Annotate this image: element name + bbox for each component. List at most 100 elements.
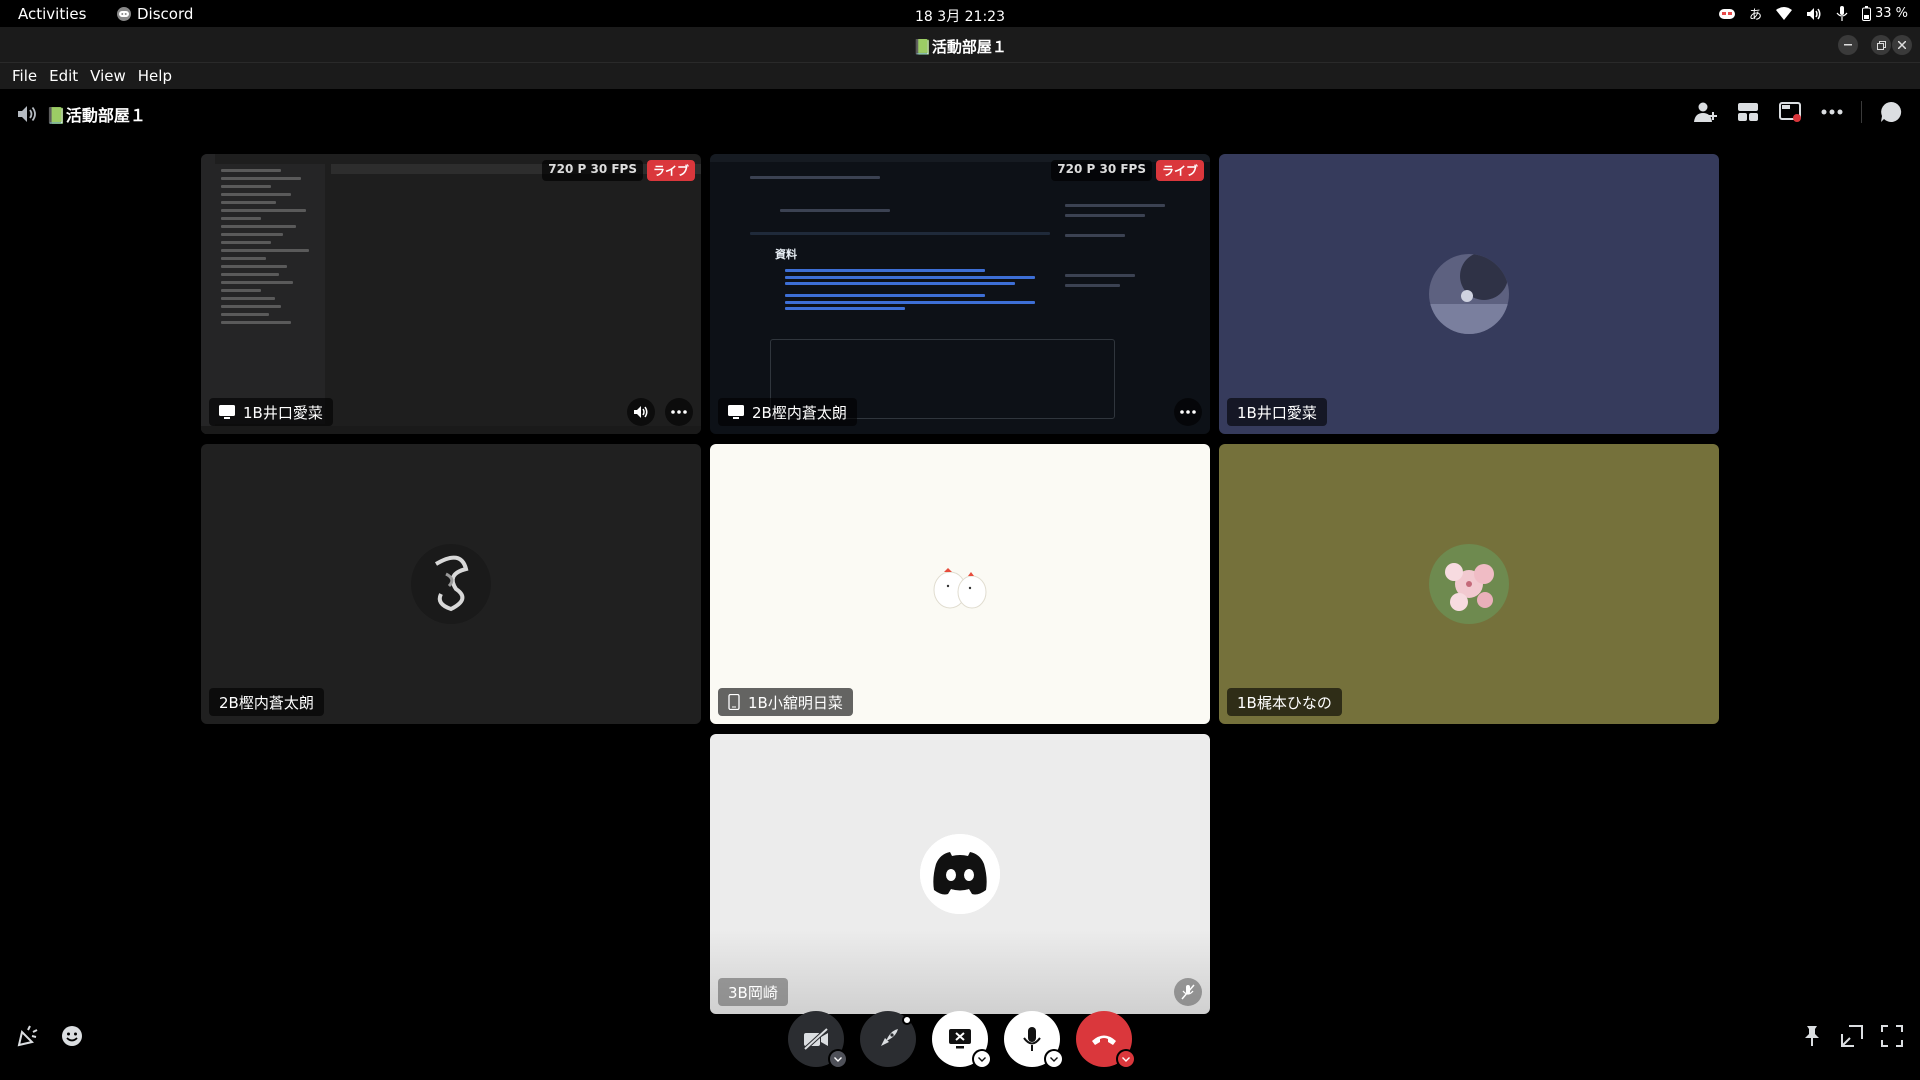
live-badge: ライブ bbox=[646, 160, 695, 181]
menu-view[interactable]: View bbox=[84, 67, 132, 85]
camera-options-button[interactable] bbox=[828, 1049, 848, 1069]
chevron-down-icon bbox=[1050, 1056, 1058, 1062]
window-title-bar: 📗活動部屋１ bbox=[0, 27, 1920, 63]
disconnect-button[interactable] bbox=[1076, 1011, 1136, 1069]
channel-name: 📗活動部屋１ bbox=[46, 106, 146, 125]
camera-button[interactable] bbox=[788, 1011, 848, 1069]
chat-icon bbox=[1881, 101, 1902, 122]
pin-icon bbox=[1805, 1026, 1819, 1046]
muted-indicator bbox=[1174, 978, 1202, 1006]
app-name: Discord bbox=[137, 5, 194, 23]
header-toolbar bbox=[1693, 99, 1904, 125]
system-top-bar: Activities Discord 18 3月 21:23 あ 33 % bbox=[0, 0, 1920, 27]
minimize-button[interactable] bbox=[1838, 35, 1858, 55]
more-icon bbox=[1821, 109, 1843, 115]
volume-icon bbox=[1806, 7, 1822, 21]
layout-button[interactable] bbox=[1735, 99, 1761, 125]
participant-label: 1B井口愛菜 bbox=[1227, 398, 1327, 426]
activities-icon bbox=[881, 1029, 898, 1046]
maximize-button[interactable] bbox=[1871, 35, 1891, 55]
participant-name: 2B樫内蒼太朗 bbox=[219, 693, 314, 712]
screen-share-preview bbox=[201, 154, 701, 434]
avatar bbox=[920, 544, 1000, 624]
menu-help[interactable]: Help bbox=[132, 67, 178, 85]
show-chat-button[interactable] bbox=[1878, 99, 1904, 125]
participant-tile-1b-iguchi[interactable]: 1B井口愛菜 bbox=[1219, 154, 1719, 434]
stream-tile-1b-iguchi[interactable]: 720 P 30 FPS ライブ 1B井口愛菜 bbox=[201, 154, 701, 434]
screen-share-button[interactable] bbox=[932, 1011, 992, 1069]
screen-share-preview: 資料 bbox=[710, 154, 1210, 434]
speaker-icon bbox=[18, 106, 36, 122]
pin-button[interactable] bbox=[1798, 1022, 1826, 1050]
app-menu[interactable]: Discord bbox=[117, 5, 193, 23]
system-tray[interactable]: あ 33 % bbox=[1718, 4, 1908, 23]
tile-actions bbox=[1174, 398, 1202, 426]
emoji-button[interactable] bbox=[58, 1022, 86, 1050]
more-icon bbox=[1180, 410, 1196, 414]
soundboard-icon bbox=[17, 1025, 38, 1047]
disconnect-options-button[interactable] bbox=[1116, 1049, 1136, 1069]
fullscreen-button[interactable] bbox=[1878, 1022, 1906, 1050]
microphone-button[interactable] bbox=[1004, 1011, 1064, 1069]
more-options-button[interactable] bbox=[1819, 99, 1845, 125]
tile-more-button[interactable] bbox=[1174, 398, 1202, 426]
close-icon bbox=[1898, 41, 1906, 49]
mic-muted-icon bbox=[1181, 984, 1195, 1000]
participant-label: 1B井口愛菜 bbox=[209, 398, 333, 426]
mic-tray-icon bbox=[1836, 6, 1848, 21]
window-title: 📗活動部屋１ bbox=[913, 38, 1007, 56]
minimize-icon bbox=[1844, 44, 1852, 46]
close-window-button[interactable] bbox=[1892, 35, 1912, 55]
soundboard-button[interactable] bbox=[14, 1022, 42, 1050]
chevron-down-icon bbox=[978, 1056, 986, 1062]
avatar bbox=[1429, 544, 1509, 624]
stream-quality-badge: 720 P 30 FPS bbox=[542, 160, 643, 181]
camera-off-icon bbox=[803, 1028, 829, 1050]
live-badge: ライブ bbox=[1155, 160, 1204, 181]
participant-name: 1B井口愛菜 bbox=[243, 403, 323, 422]
popout-button[interactable] bbox=[1777, 99, 1803, 125]
menu-bar: File Edit View Help bbox=[0, 63, 1920, 89]
emoji-icon bbox=[62, 1026, 82, 1046]
participant-label: 3B岡崎 bbox=[718, 978, 788, 1006]
screen-share-icon bbox=[219, 405, 235, 419]
participant-tile-2b-kashiuchi[interactable]: 2B樫内蒼太朗 bbox=[201, 444, 701, 724]
mobile-icon bbox=[728, 694, 740, 710]
participant-tile-3b-okazaki[interactable]: 3B岡崎 bbox=[710, 734, 1210, 1014]
clock[interactable]: 18 3月 21:23 bbox=[0, 6, 1920, 26]
channel-header: 📗活動部屋１ bbox=[0, 89, 1920, 135]
tile-actions bbox=[627, 398, 693, 426]
activities-button[interactable] bbox=[860, 1011, 916, 1067]
participant-label: 2B樫内蒼太朗 bbox=[718, 398, 857, 426]
grid-layout-icon bbox=[1738, 103, 1758, 121]
activities-button[interactable]: Activities bbox=[18, 5, 86, 23]
stream-tile-2b-kashiuchi[interactable]: 資料 720 P 30 FPS ライブ 2B樫内蒼太朗 bbox=[710, 154, 1210, 434]
avatar bbox=[411, 544, 491, 624]
screen-share-options-button[interactable] bbox=[972, 1049, 992, 1069]
screen-share-stop-icon bbox=[949, 1029, 971, 1049]
participant-tile-1b-kodate[interactable]: 1B小舘明日菜 bbox=[710, 444, 1210, 724]
fullscreen-icon bbox=[1881, 1025, 1903, 1047]
battery-percent: 33 % bbox=[1874, 6, 1908, 21]
tile-more-button[interactable] bbox=[665, 398, 693, 426]
input-method-indicator[interactable]: あ bbox=[1749, 4, 1762, 23]
participant-label: 1B梶本ひなの bbox=[1227, 688, 1342, 716]
participant-name: 1B井口愛菜 bbox=[1237, 403, 1317, 422]
avatar bbox=[1429, 254, 1509, 334]
restore-icon bbox=[1876, 40, 1886, 50]
microphone-options-button[interactable] bbox=[1044, 1049, 1064, 1069]
discord-app-icon bbox=[117, 7, 131, 21]
collapse-view-button[interactable] bbox=[1838, 1022, 1866, 1050]
stream-volume-button[interactable] bbox=[627, 398, 655, 426]
participant-tile-1b-kajimoto[interactable]: 1B梶本ひなの bbox=[1219, 444, 1719, 724]
wifi-icon bbox=[1775, 6, 1792, 21]
add-member-icon bbox=[1694, 102, 1717, 122]
chevron-down-icon bbox=[1122, 1056, 1130, 1062]
participant-name: 3B岡崎 bbox=[728, 983, 778, 1002]
discord-tray-icon[interactable] bbox=[1718, 8, 1735, 20]
microphone-icon bbox=[1023, 1027, 1041, 1051]
menu-file[interactable]: File bbox=[6, 67, 43, 85]
menu-edit[interactable]: Edit bbox=[43, 67, 84, 85]
participant-label: 2B樫内蒼太朗 bbox=[209, 688, 324, 716]
invite-button[interactable] bbox=[1693, 99, 1719, 125]
